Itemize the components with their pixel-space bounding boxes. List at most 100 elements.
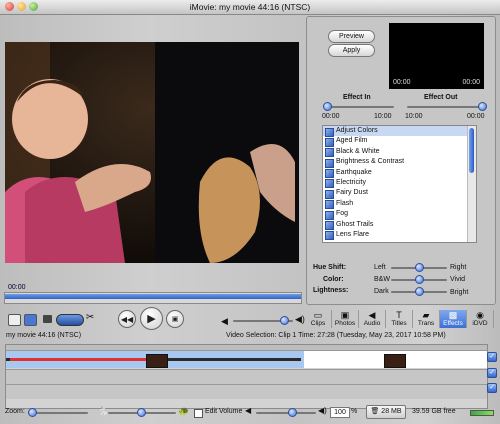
trash-button[interactable]: 🗑 28 MB [366, 405, 406, 419]
selection-info: Video Selection: Clip 1 Time: 27:28 (Tue… [226, 332, 446, 339]
volume-percent-field[interactable]: 100 [330, 407, 350, 418]
audio-track-1[interactable] [6, 369, 487, 384]
edit-volume-label: Edit Volume [205, 408, 243, 415]
volume-knob[interactable] [280, 316, 289, 325]
percent-symbol: % [351, 408, 358, 415]
effect-in-label: Effect In [343, 94, 371, 101]
effect-list-item[interactable]: Brightness & Contrast [323, 157, 476, 168]
idvd-icon: ◉ [476, 310, 484, 320]
scrubber-bar[interactable]: 00:00 [4, 284, 302, 304]
effect-list-item[interactable]: Electricity [323, 178, 476, 189]
video-monitor [5, 42, 299, 263]
turtle-icon: 🐢 [178, 406, 190, 416]
tab-clips[interactable]: ▭ Clips [305, 310, 332, 328]
effects-panel: Preview Apply 00:00 00:00 Effect In Effe… [306, 16, 496, 305]
play-fullscreen-button[interactable]: ▣ [166, 310, 184, 328]
effect-list-item[interactable]: Earthquake [323, 168, 476, 179]
audio-track-2[interactable] [6, 384, 487, 399]
effect-list-item[interactable]: Adjust Colors [323, 126, 476, 137]
effect-list-item[interactable]: Aged Film [323, 136, 476, 147]
effect-out-knob[interactable] [478, 102, 487, 111]
effect-icon [325, 200, 334, 210]
camera-mode-switch[interactable] [56, 314, 84, 326]
edit-volume-knob[interactable] [288, 408, 297, 417]
effect-label: Ghost Trails [336, 220, 374, 228]
effect-label: Fog [336, 210, 349, 218]
effects-icon: ▩ [448, 310, 458, 320]
effect-in-knob[interactable] [323, 102, 332, 111]
effect-list-item[interactable]: Fairy Dust [323, 188, 476, 199]
effect-out-slider[interactable] [407, 106, 485, 108]
color-right: Vivid [450, 276, 466, 283]
apply-button[interactable]: Apply [328, 44, 375, 57]
tab-label: Audio [363, 320, 381, 327]
clip-thumbnail[interactable] [146, 354, 168, 368]
effect-label: Adjust Colors [336, 127, 378, 134]
color-knob[interactable] [415, 275, 424, 284]
effect-icon [325, 189, 334, 199]
tab-label: Effects [443, 320, 463, 327]
tab-trans[interactable]: ▰ Trans [413, 310, 440, 328]
photos-icon: ▣ [340, 310, 350, 320]
zoom-label: Zoom: [5, 408, 25, 415]
tab-titles[interactable]: T Titles [386, 310, 413, 328]
window-title: iMovie: my movie 44:16 (NTSC) [189, 2, 311, 12]
effect-icon [325, 231, 334, 241]
effect-icon [325, 148, 334, 158]
clip-thumbnail-2[interactable] [384, 354, 406, 368]
effect-list-item[interactable]: Lens Flare [323, 230, 476, 241]
edit-volume-slider[interactable] [256, 412, 316, 414]
zoom-knob[interactable] [28, 408, 37, 417]
hue-shift-right: Right [450, 264, 467, 271]
tab-photos[interactable]: ▣ Photos [332, 310, 359, 328]
effect-list-item[interactable]: Black & White [323, 147, 476, 158]
audio-track-2-checkbox[interactable]: ✓ [487, 383, 497, 393]
clip-viewer-mode-button[interactable] [8, 314, 21, 326]
speed-knob[interactable] [137, 408, 146, 417]
zoom-slider[interactable] [28, 412, 88, 414]
effect-out-max: 00:00 [467, 113, 485, 120]
hue-shift-label: Hue Shift: [313, 264, 347, 271]
preview-time-start: 00:00 [393, 79, 411, 86]
video-track-checkbox[interactable]: ✓ [487, 352, 497, 362]
tab-label: Photos [334, 320, 356, 327]
effect-label: Brightness & Contrast [336, 158, 405, 166]
effect-icon [325, 137, 334, 147]
rewind-button[interactable]: ◀◀ [118, 310, 136, 328]
tab-effects[interactable]: ▩ Effects [440, 310, 467, 328]
play-button[interactable]: ▶ [140, 307, 163, 330]
effects-list[interactable]: Adjust Colors Aged Film Black & White Brigh… [322, 125, 477, 243]
volume-low-icon: ◀ [221, 316, 228, 326]
trash-icon: 🗑 [370, 408, 380, 415]
tab-label: iDVD [472, 320, 488, 327]
scroll-thumb[interactable] [469, 128, 474, 173]
effect-list-item[interactable]: Fog [323, 209, 476, 220]
tab-label: Clips [310, 320, 326, 327]
edit-volume-checkbox[interactable] [194, 409, 203, 418]
effect-in-min: 00:00 [322, 113, 340, 120]
lightness-left: Dark [374, 288, 389, 295]
effect-list-item[interactable]: Ghost Trails [323, 220, 476, 231]
audio-track-1-checkbox[interactable]: ✓ [487, 368, 497, 378]
tab-idvd[interactable]: ◉ iDVD [467, 310, 494, 328]
effect-label: Earthquake [336, 168, 372, 176]
effect-list-item[interactable]: Flash [323, 199, 476, 210]
video-track[interactable] [6, 351, 487, 368]
scrubber-fill [5, 294, 301, 299]
hue-shift-knob[interactable] [415, 263, 424, 272]
scrub-time: 00:00 [8, 284, 26, 291]
preview-button[interactable]: Preview [328, 30, 375, 43]
effect-label: Flash [336, 199, 354, 207]
video-frame-image [5, 42, 299, 263]
volume-high-icon: ◀) [295, 314, 305, 324]
free-space-text: 39.59 GB free [412, 408, 456, 415]
effects-list-scrollbar[interactable] [467, 126, 476, 242]
movie-info: my movie 44:16 (NTSC) [6, 332, 82, 339]
effect-in-slider[interactable] [324, 106, 394, 108]
timeline-mode-button[interactable] [24, 314, 37, 326]
effect-icon [325, 179, 334, 189]
effect-icon [325, 169, 334, 179]
lightness-knob[interactable] [415, 287, 424, 296]
effect-icon [325, 158, 334, 168]
tab-audio[interactable]: ◀ Audio [359, 310, 386, 328]
